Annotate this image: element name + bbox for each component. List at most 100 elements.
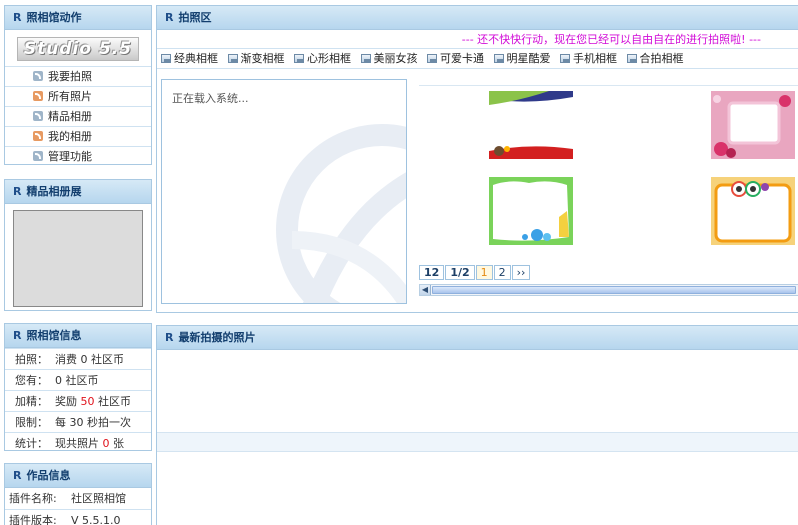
tab-label: 心形相框 [307,52,351,65]
frame-icon [560,54,570,63]
info-key: 加精： [15,395,48,408]
tab-label: 经典相框 [174,52,218,65]
menu-item-admin[interactable]: 管理功能 [5,146,151,166]
camera-stage[interactable]: 正在载入系统... [161,79,407,304]
frame-thumb-orange-eyes[interactable] [711,177,795,245]
r-marker: R [13,329,22,342]
info-value: 现共照片 [55,437,103,450]
tab-label: 美丽女孩 [373,52,418,65]
watermark-logo [276,124,406,303]
scroll-left-arrow-icon[interactable]: ◀ [420,285,431,295]
work-panel-title: 作品信息 [26,469,71,482]
info-value: 每 30 秒拍一次 [55,416,131,429]
rss-icon [33,91,43,101]
menu-item-label: 精品相册 [48,110,92,123]
pager-page-1[interactable]: 1 [475,265,493,280]
info-row-cost: 拍照： 消费 0 社区币 [5,348,151,369]
studio-logo: Studio 5.5 [17,37,139,61]
work-panel-header: R 作品信息 [5,464,151,488]
menu-item-label: 我的相册 [48,130,92,143]
frame-icon [227,54,238,63]
gallery-pager: 12 1/2 1 2 ›› [419,265,531,281]
action-panel: R 照相馆动作 Studio 5.5 我要拍照 所有照片 精品相册 我的相册 管理… [4,5,152,165]
work-row-version: 插件版本: V 5.5.1.0 [5,509,151,525]
gallery-scrollbar[interactable]: ◀ [419,284,798,296]
info-key: 您有： [15,374,48,387]
info-row-limit: 限制： 每 30 秒拍一次 [5,411,151,432]
info-key: 统计： [15,437,48,450]
info-panel-header: R 照相馆信息 [5,324,151,348]
info-row-balance: 您有： 0 社区币 [5,369,151,390]
announcement-marquee: --- 还不快快行动，现在您已经可以自由自在的进行拍照啦! --- [157,30,798,49]
tab-gradient-frame[interactable]: 渐变相框 [227,52,285,65]
r-marker: R [13,11,22,24]
menu-item-take-photo[interactable]: 我要拍照 [5,66,151,86]
tab-label: 合拍相框 [639,52,684,65]
work-key: 插件版本: [9,514,57,525]
tab-classic-frame[interactable]: 经典相框 [161,52,218,65]
photo-area-panel: R 拍照区 --- 还不快快行动，现在您已经可以自由自在的进行拍照啦! --- 经… [156,5,798,313]
info-highlight: 0 [102,437,110,450]
latest-panel-header: R 最新拍摄的照片 [157,326,798,350]
r-marker: R [13,469,22,482]
info-key: 限制： [15,416,48,429]
menu-item-label: 所有照片 [48,90,92,103]
tab-label: 手机相框 [573,52,617,65]
info-key: 拍照： [15,353,48,366]
work-value: 社区照相馆 [71,492,126,505]
rss-icon [33,111,43,121]
scroll-thumb[interactable] [432,286,796,294]
info-row-bonus: 加精： 奖励 50 社区币 [5,390,151,411]
frame-category-tabs: 经典相框 渐变相框 心形相框 美丽女孩 可爱卡通 明星酷爱 手机相框 合拍相框 [157,49,798,69]
frame-icon [427,54,437,63]
work-value: V 5.5.1.0 [71,514,121,525]
featured-panel-title: 精品相册展 [26,185,82,198]
info-panel-title: 照相馆信息 [26,329,82,342]
rss-icon [33,71,43,81]
r-marker: R [165,331,174,344]
pager-page-2[interactable]: 2 [493,265,511,280]
menu-item-label: 管理功能 [48,150,92,163]
frame-thumb-green-cartoon[interactable] [489,177,573,245]
latest-photos-strip [157,432,798,452]
frame-thumb-pink-flowers[interactable] [711,91,795,159]
info-highlight: 50 [80,395,95,408]
rss-icon [33,151,43,161]
work-row-name: 插件名称: 社区照相馆 [5,488,151,509]
tab-heart-frame[interactable]: 心形相框 [294,52,351,65]
r-marker: R [165,11,174,24]
info-value: 消费 0 社区币 [55,353,124,366]
tab-cute-cartoon[interactable]: 可爱卡通 [427,52,484,65]
studio-info-panel: R 照相馆信息 拍照： 消费 0 社区币 您有： 0 社区币 加精： 奖励 50 社区币… [4,323,152,451]
menu-item-my-album[interactable]: 我的相册 [5,126,151,146]
latest-photos-panel: R 最新拍摄的照片 [156,325,798,525]
tab-group-frame[interactable]: 合拍相框 [626,52,684,65]
frame-icon [493,54,504,63]
info-value-suffix: 社区币 [94,395,131,408]
frame-thumb-landscape[interactable] [489,91,573,159]
tab-label: 可爱卡通 [440,52,484,65]
tab-star[interactable]: 明星酷爱 [493,52,551,65]
action-panel-title: 照相馆动作 [26,11,82,24]
tab-phone-frame[interactable]: 手机相框 [560,52,617,65]
photo-panel-title: 拍照区 [178,11,212,24]
loading-text: 正在载入系统... [172,92,249,105]
featured-panel-header: R 精品相册展 [5,180,151,204]
info-value: 0 社区币 [55,374,99,387]
frame-icon [626,54,637,63]
pager-next[interactable]: ›› [511,265,531,280]
menu-item-label: 我要拍照 [48,70,92,83]
action-panel-header: R 照相馆动作 [5,6,151,30]
menu-item-all-photos[interactable]: 所有照片 [5,86,151,106]
frame-gallery: 12 1/2 1 2 ›› ◀ [419,79,798,307]
tab-label: 明星酷爱 [506,52,551,65]
gallery-divider [419,85,798,86]
featured-album-viewer[interactable] [13,210,143,307]
work-info-panel: R 作品信息 插件名称: 社区照相馆 插件版本: V 5.5.1.0 [4,463,152,525]
frame-icon [360,54,371,63]
featured-album-panel: R 精品相册展 [4,179,152,311]
tab-beautiful-girl[interactable]: 美丽女孩 [360,52,418,65]
info-value: 奖励 [55,395,81,408]
photo-panel-header: R 拍照区 [157,6,798,30]
menu-item-featured-albums[interactable]: 精品相册 [5,106,151,126]
